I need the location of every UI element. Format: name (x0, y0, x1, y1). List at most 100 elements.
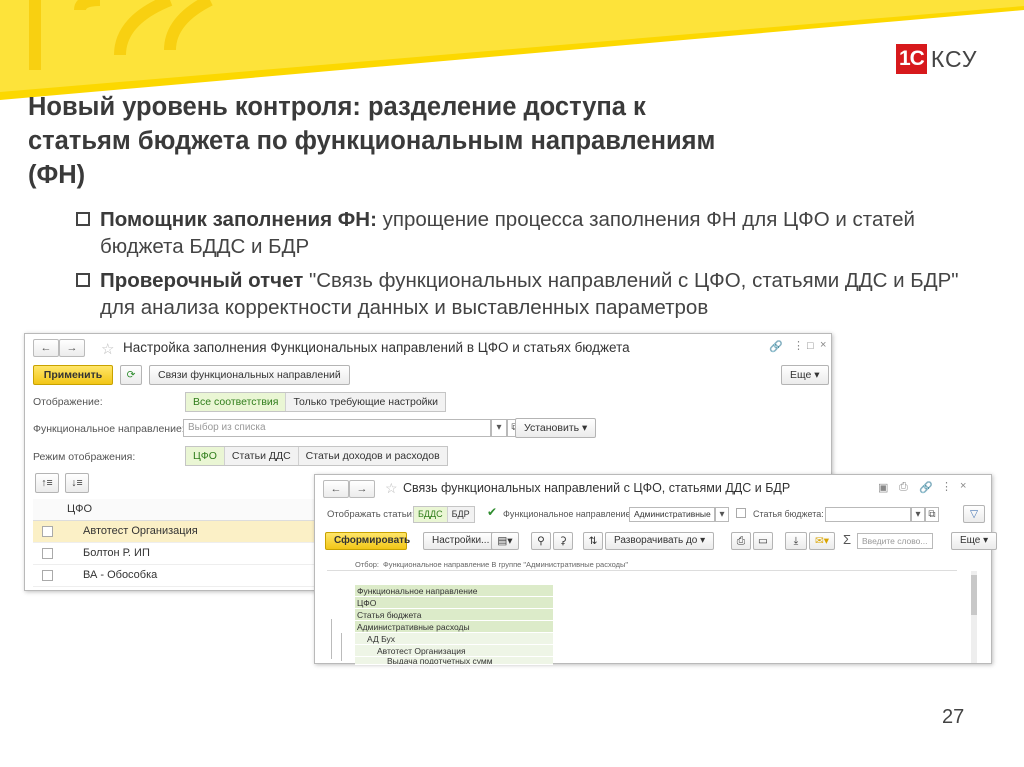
brand-logo-mark: 1С (896, 44, 927, 74)
display-toggle[interactable]: Все соответствия Только требующие настро… (185, 392, 446, 412)
report-row: АД Бух (355, 633, 553, 645)
sort-asc-icon[interactable]: ↑≡ (35, 473, 59, 493)
link-icon[interactable]: 🔗 (769, 340, 783, 353)
display-option-required[interactable]: Только требующие настройки (285, 393, 445, 411)
report-row: Выдача подотчетных сумм (355, 657, 553, 665)
bullet-item: Проверочный отчет "Связь функциональных … (76, 267, 976, 321)
close-icon[interactable]: × (820, 339, 826, 351)
slide-title: Новый уровень контроля: разделение досту… (28, 90, 848, 192)
slide-title-line: статьям бюджета по функциональным направ… (28, 127, 716, 155)
slide-title-line: Новый уровень контроля: разделение досту… (28, 93, 646, 121)
links-button[interactable]: Связи функциональных направлений (149, 365, 350, 385)
direction-input[interactable]: Административные (629, 507, 715, 522)
row-checkbox[interactable] (42, 570, 53, 581)
star-icon[interactable]: ☆ (385, 480, 398, 497)
link-icon[interactable]: 🔗 (919, 481, 933, 494)
mode-toggle[interactable]: ЦФО Статьи ДДС Статьи доходов и расходов (185, 446, 448, 466)
mode-label: Режим отображения: (33, 451, 136, 463)
filter-row: Отбор: Функциональное направление В груп… (327, 559, 957, 571)
mode-option-income[interactable]: Статьи доходов и расходов (297, 447, 447, 465)
brand-logo: 1С КСУ (896, 44, 977, 74)
variant-icon[interactable]: ▤▾ (491, 532, 519, 550)
clear-search-icon[interactable]: ⚳ (553, 532, 573, 550)
show-option-bdr[interactable]: БДР (446, 507, 474, 522)
search-input[interactable]: Введите слово... (857, 533, 933, 549)
row-checkbox[interactable] (42, 548, 53, 559)
print-icon[interactable]: ⎙ (731, 532, 751, 550)
print-icon[interactable]: ⎙ (899, 481, 908, 494)
search-icon[interactable]: ⚲ (531, 532, 551, 550)
refresh-icon[interactable]: ⟳ (120, 365, 142, 385)
bullet-list: Помощник заполнения ФН: упрощение процес… (76, 206, 976, 328)
group-bracket[interactable] (331, 619, 339, 659)
window-title: Настройка заполнения Функциональных напр… (123, 340, 630, 355)
apply-button[interactable]: Применить (33, 365, 113, 385)
mail-icon[interactable]: ✉▾ (809, 532, 835, 550)
sort-desc-icon[interactable]: ↓≡ (65, 473, 89, 493)
row-checkbox[interactable] (42, 526, 53, 537)
report-window: ← → ☆ Связь функциональных направлений с … (314, 474, 998, 665)
more-button[interactable]: Еще ▾ (781, 365, 829, 385)
dropdown-icon[interactable]: ▾ (715, 507, 729, 522)
group-bracket[interactable] (341, 633, 349, 661)
set-button-label: Установить (524, 422, 580, 434)
dropdown-icon[interactable]: ▾ (491, 419, 507, 437)
nav-buttons: ← → (33, 339, 85, 357)
save-icon[interactable]: ▣ (878, 481, 888, 494)
download-icon[interactable]: ⤓ (785, 532, 807, 550)
settings-button[interactable]: Настройки... (423, 532, 499, 550)
more-button[interactable]: Еще ▾ (951, 532, 998, 550)
direction-input[interactable]: Выбор из списка (183, 419, 491, 437)
scrollbar[interactable] (971, 571, 977, 663)
mode-option-cfo[interactable]: ЦФО (186, 447, 224, 465)
window-title: Связь функциональных направлений с ЦФО, … (403, 481, 791, 495)
filter-prefix: Отбор: (355, 560, 379, 569)
budget-checkbox[interactable] (736, 508, 746, 518)
filter-text: Функциональное направление В группе "Адм… (383, 560, 629, 569)
star-icon[interactable]: ☆ (101, 340, 114, 358)
display-option-all[interactable]: Все соответствия (186, 393, 286, 411)
report-area: Отбор: Функциональное направление В груп… (327, 557, 977, 665)
report-row: Автотест Организация (355, 645, 553, 657)
table-header-cfo: ЦФО (67, 503, 93, 515)
show-label: Отображать статьи: (327, 509, 415, 520)
show-option-bdds[interactable]: БДДС (414, 507, 447, 522)
checkbox-bullet-icon (76, 273, 90, 287)
filter-icon[interactable]: ▽ (963, 505, 985, 523)
maximize-icon[interactable]: □ (807, 340, 814, 352)
report-row: Функциональное направление (355, 585, 553, 597)
report-row: ЦФО (355, 597, 553, 609)
brand-logo-name: КСУ (930, 45, 978, 72)
dropdown-icon[interactable]: ▾ (911, 507, 925, 522)
sort-icon[interactable]: ⇅ (583, 532, 603, 550)
close-icon[interactable]: × (960, 480, 966, 492)
more-dots-icon[interactable]: ⋮ (793, 339, 804, 352)
direction-label: Функциональное направление: (33, 423, 185, 435)
forward-arrow-icon[interactable]: → (349, 480, 375, 498)
expand-button-label: Разворачивать до (614, 535, 698, 546)
open-icon[interactable]: ⧉ (925, 507, 939, 522)
row-label: ВА - Обособка (83, 569, 158, 581)
checkmark-icon[interactable]: ✔ (487, 505, 497, 519)
budget-label: Статья бюджета: (753, 509, 824, 519)
back-arrow-icon[interactable]: ← (323, 480, 349, 498)
display-label: Отображение: (33, 396, 103, 408)
set-button[interactable]: Установить ▾ (515, 418, 597, 438)
report-row: Административные расходы (355, 621, 553, 633)
scrollbar-thumb[interactable] (971, 575, 977, 615)
more-dots-icon[interactable]: ⋮ (941, 480, 952, 493)
direction-label: Функциональное направление: (503, 509, 634, 519)
generate-button[interactable]: Сформировать (325, 532, 410, 550)
back-arrow-icon[interactable]: ← (33, 339, 59, 357)
report-row: Статья бюджета (355, 609, 553, 621)
row-label: Болтон Р. ИП (83, 547, 150, 559)
show-toggle[interactable]: БДДС БДР (413, 506, 475, 523)
preview-icon[interactable]: ▭ (753, 532, 773, 550)
forward-arrow-icon[interactable]: → (59, 339, 85, 357)
mode-option-dds[interactable]: Статьи ДДС (223, 447, 298, 465)
checkbox-bullet-icon (76, 212, 90, 226)
budget-input[interactable] (825, 507, 911, 522)
sum-icon[interactable]: Σ (843, 532, 851, 547)
bullet-bold: Проверочный отчет (100, 269, 304, 292)
expand-button[interactable]: Разворачивать до ▾ (605, 532, 715, 550)
